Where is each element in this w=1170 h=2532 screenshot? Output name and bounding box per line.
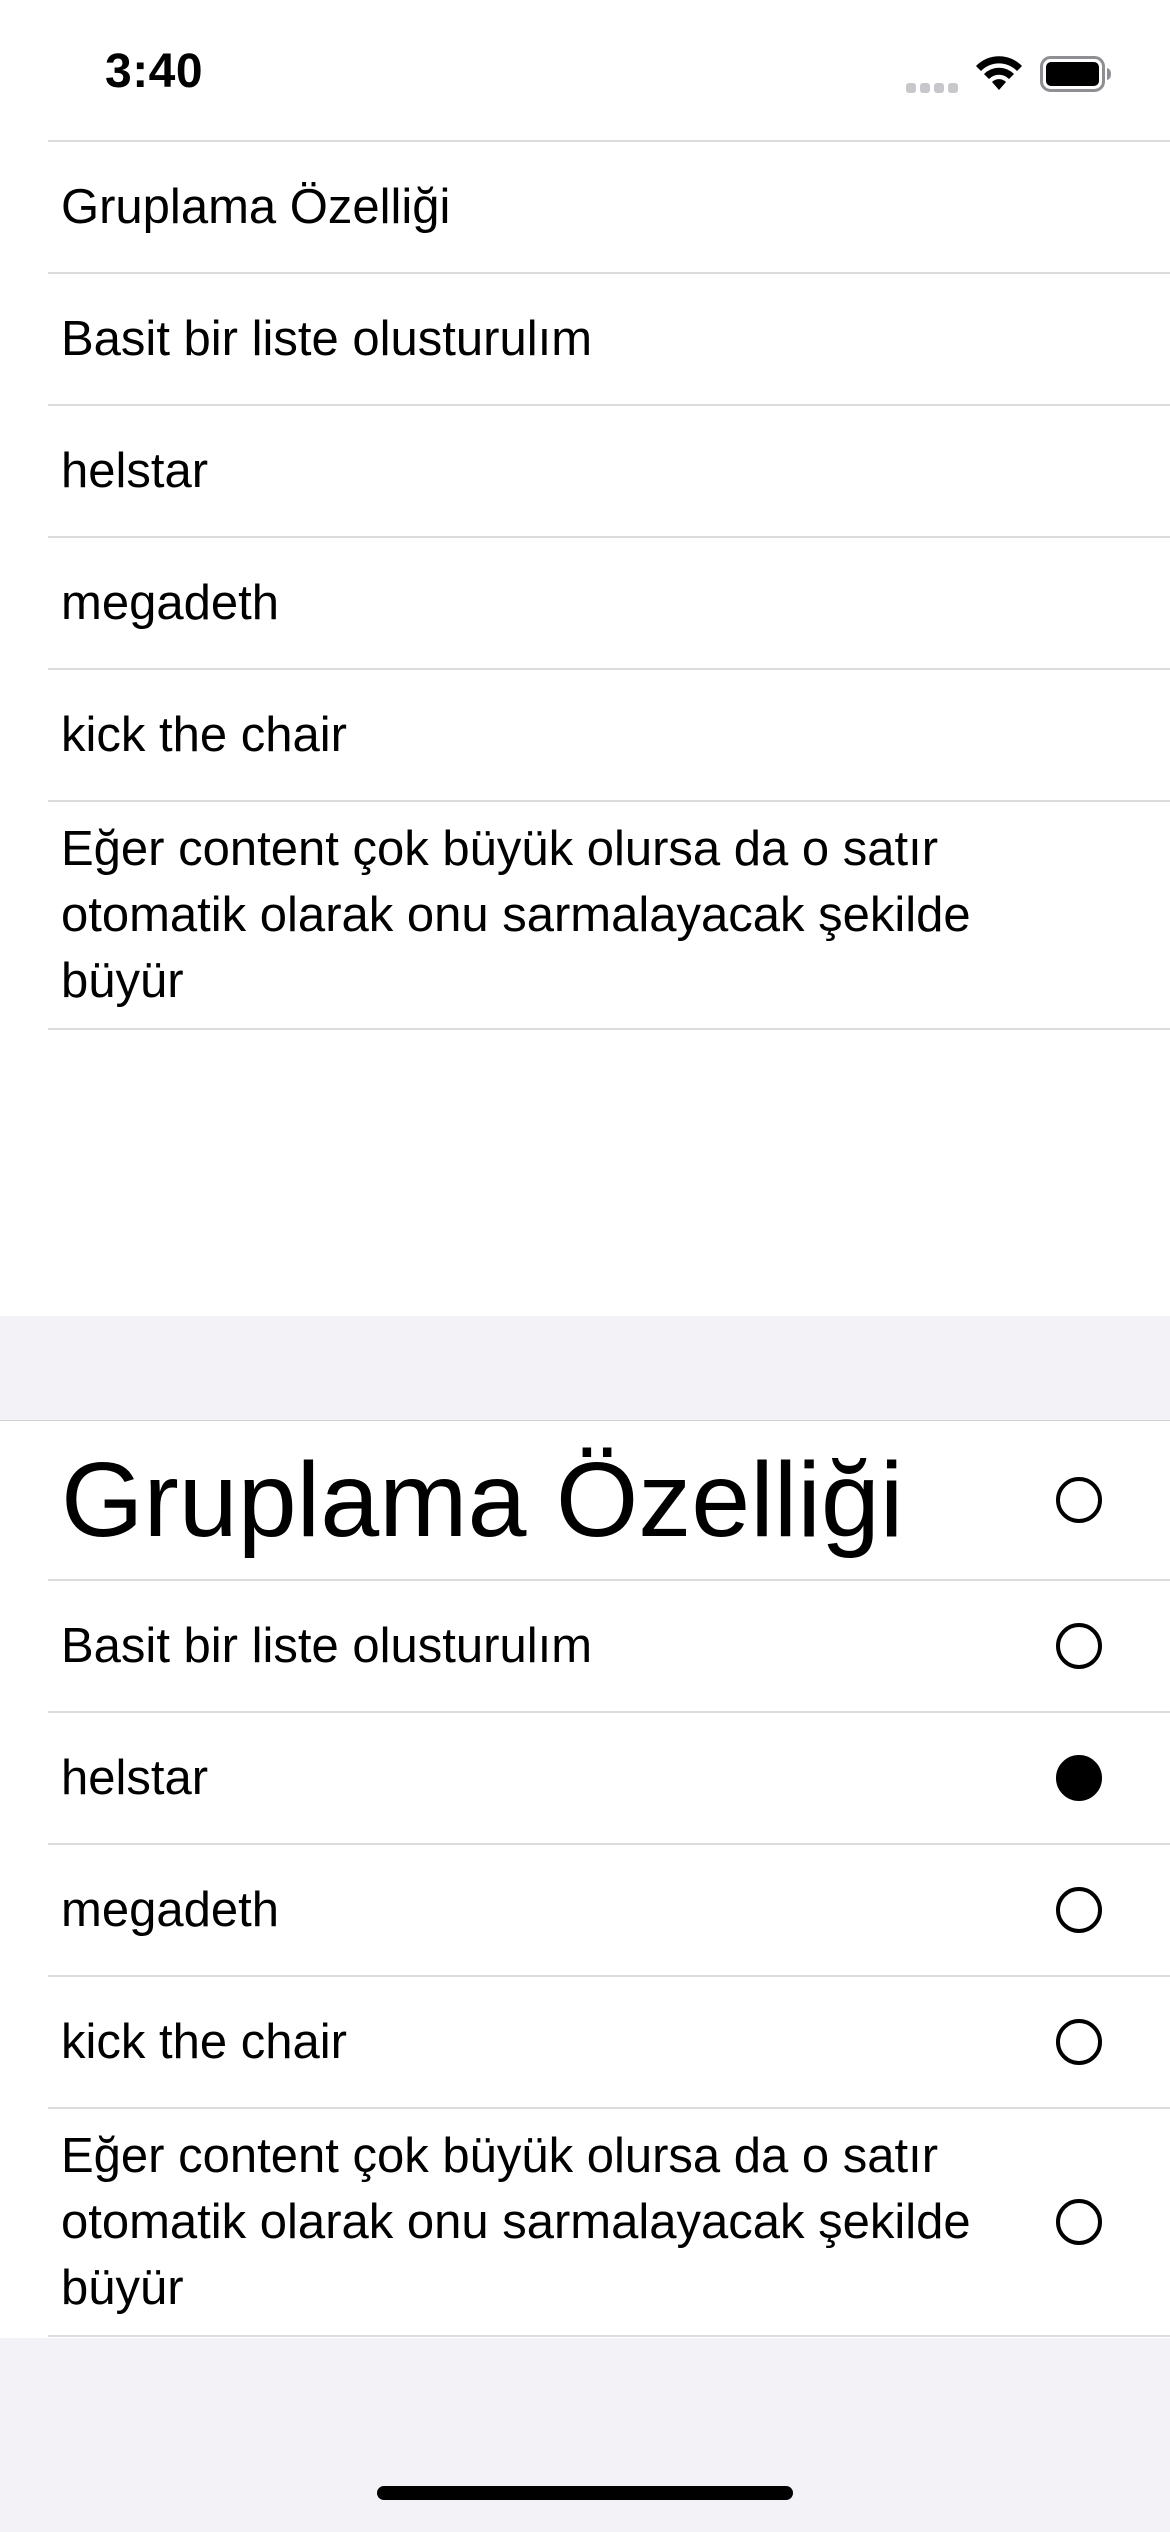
radio-selected-icon[interactable] xyxy=(1056,1755,1102,1801)
list-item-label: megadeth xyxy=(61,1883,279,1937)
list-item[interactable]: helstar xyxy=(48,1711,1170,1843)
list-item-label: Eğer content çok büyük olursa da o satır… xyxy=(61,2129,971,2315)
list-item[interactable]: megadeth xyxy=(48,1843,1170,1975)
list-item[interactable]: Gruplama Özelliği xyxy=(48,140,1170,272)
list-item-label: megadeth xyxy=(61,576,279,630)
list-item[interactable]: helstar xyxy=(48,404,1170,536)
radio-unselected-icon[interactable] xyxy=(1056,1887,1102,1933)
status-time: 3:40 xyxy=(105,45,204,98)
list-item-label: kick the chair xyxy=(61,708,347,762)
status-bar: 3:40 xyxy=(0,0,1170,140)
list-item[interactable]: kick the chair xyxy=(48,1975,1170,2107)
list-item-label: kick the chair xyxy=(61,2015,347,2069)
cellular-signal-icon xyxy=(906,79,960,93)
list-item-label: Eğer content çok büyük olursa da o satır… xyxy=(61,822,971,1008)
selection-list: Gruplama Özelliği Basit bir liste olustu… xyxy=(0,1420,1170,2337)
radio-unselected-icon[interactable] xyxy=(1056,2019,1102,2065)
radio-unselected-icon[interactable] xyxy=(1056,2199,1102,2245)
list-item[interactable]: megadeth xyxy=(48,536,1170,668)
list-item-label: Basit bir liste olusturulım xyxy=(61,312,593,366)
battery-icon xyxy=(1040,56,1112,92)
home-indicator[interactable] xyxy=(377,2486,793,2500)
top-list: Gruplama Özelliği Basit bir liste olustu… xyxy=(0,140,1170,1030)
list-item[interactable]: kick the chair xyxy=(48,668,1170,800)
list-item[interactable]: Eğer content çok büyük olursa da o satır… xyxy=(48,800,1170,1030)
list-item-label: Gruplama Özelliği xyxy=(61,1441,904,1559)
radio-unselected-icon[interactable] xyxy=(1056,1477,1102,1523)
list-item[interactable]: Basit bir liste olusturulım xyxy=(48,272,1170,404)
list-item-label: helstar xyxy=(61,1751,209,1805)
radio-unselected-icon[interactable] xyxy=(1056,1623,1102,1669)
list-item-label: Basit bir liste olusturulım xyxy=(61,1619,593,1673)
bottom-background xyxy=(0,2338,1170,2532)
list-item[interactable]: Gruplama Özelliği xyxy=(48,1421,1170,1579)
section-separator xyxy=(0,1316,1170,1420)
list-item[interactable]: Basit bir liste olusturulım xyxy=(48,1579,1170,1711)
list-item[interactable]: Eğer content çok büyük olursa da o satır… xyxy=(48,2107,1170,2337)
list-item-label: helstar xyxy=(61,444,209,498)
list-item-label: Gruplama Özelliği xyxy=(61,180,451,234)
wifi-icon xyxy=(974,52,1024,92)
